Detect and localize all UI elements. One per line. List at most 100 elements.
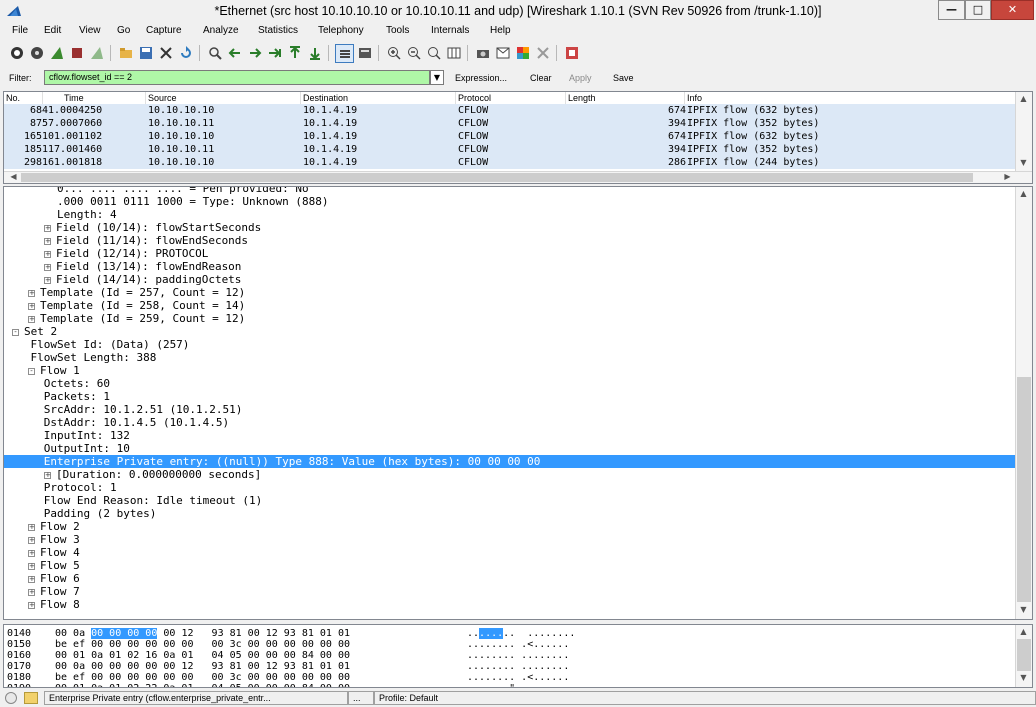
- detail-line[interactable]: + Flow 8: [4, 598, 1032, 611]
- scroll-up-icon[interactable]: ▲: [1016, 94, 1031, 103]
- detail-line[interactable]: + Template (Id = 258, Count = 14): [4, 299, 1032, 312]
- detail-line[interactable]: + Flow 6: [4, 572, 1032, 585]
- detail-line[interactable]: + Field (14/14): paddingOctets: [4, 273, 1032, 286]
- expand-icon[interactable]: +: [28, 562, 35, 570]
- capture-filters-icon[interactable]: [474, 44, 491, 61]
- minimize-button[interactable]: —: [938, 0, 965, 20]
- detail-line[interactable]: Length: 4: [4, 208, 1016, 221]
- hex-row[interactable]: 0140 00 0a 00 00 00 00 00 12 93 81 00 12 …: [4, 628, 1014, 639]
- apply-button[interactable]: Apply: [569, 73, 592, 83]
- expression-button[interactable]: Expression...: [455, 73, 507, 83]
- packet-row[interactable]: 165 101.001102 10.10.10.10 10.1.4.19 CFLOW 67…: [4, 130, 1016, 143]
- expand-icon[interactable]: +: [44, 224, 51, 232]
- display-filters-icon[interactable]: [494, 44, 511, 61]
- detail-line[interactable]: + Field (10/14): flowStartSeconds: [4, 221, 1032, 234]
- detail-line[interactable]: + Template (Id = 257, Count = 12): [4, 286, 1032, 299]
- stop-capture-icon[interactable]: [68, 44, 85, 61]
- hex-row[interactable]: 0190 00 01 0a 01 02 22 0a 01 04 05 00 00 …: [4, 683, 1014, 687]
- detail-line[interactable]: DstAddr: 10.1.4.5 (10.1.4.5): [4, 416, 1016, 429]
- detail-line[interactable]: InputInt: 132: [4, 429, 1016, 442]
- detail-line[interactable]: FlowSet Id: (Data) (257): [4, 338, 1016, 351]
- expand-icon[interactable]: +: [44, 471, 51, 479]
- detail-line[interactable]: Padding (2 bytes): [4, 507, 1016, 520]
- column-info[interactable]: Info: [687, 93, 702, 103]
- detail-line[interactable]: + Field (12/14): PROTOCOL: [4, 247, 1032, 260]
- detail-line[interactable]: FlowSet Length: 388: [4, 351, 1016, 364]
- normal-size-icon[interactable]: [425, 44, 442, 61]
- clear-button[interactable]: Clear: [530, 73, 552, 83]
- scroll-right-icon[interactable]: ▶: [1000, 172, 1015, 181]
- hex-vscroll[interactable]: ▲ ▼: [1015, 625, 1032, 687]
- zoom-out-icon[interactable]: [405, 44, 422, 61]
- detail-line[interactable]: + Field (13/14): flowEndReason: [4, 260, 1032, 273]
- menu-analyze[interactable]: Analyze: [203, 25, 239, 36]
- detail-line[interactable]: Octets: 60: [4, 377, 1016, 390]
- detail-line[interactable]: + [Duration: 0.000000000 seconds]: [4, 468, 1032, 481]
- detail-line[interactable]: Flow End Reason: Idle timeout (1): [4, 494, 1016, 507]
- expand-icon[interactable]: +: [28, 315, 35, 323]
- expand-icon[interactable]: +: [28, 536, 35, 544]
- scroll-down-icon[interactable]: ▼: [1016, 605, 1031, 614]
- column-time[interactable]: Time: [64, 93, 84, 103]
- go-back-icon[interactable]: [226, 44, 243, 61]
- detail-line[interactable]: OutputInt: 10: [4, 442, 1016, 455]
- menu-help[interactable]: Help: [490, 25, 511, 36]
- maximize-button[interactable]: □: [965, 0, 991, 20]
- column-length[interactable]: Length: [568, 93, 596, 103]
- detail-line[interactable]: 0... .... .... .... = Pen provided: No: [4, 187, 1016, 195]
- detail-line[interactable]: - Flow 1: [4, 364, 1032, 377]
- filter-input[interactable]: cflow.flowset_id == 2: [44, 70, 430, 85]
- collapse-icon[interactable]: -: [28, 367, 35, 375]
- detail-line[interactable]: + Flow 5: [4, 559, 1032, 572]
- menu-telephony[interactable]: Telephony: [318, 25, 364, 36]
- packet-row[interactable]: 68 41.0004250 10.10.10.10 10.1.4.19 CFLOW 674…: [4, 104, 1016, 117]
- expand-icon[interactable]: +: [28, 601, 35, 609]
- go-to-packet-icon[interactable]: [266, 44, 283, 61]
- colorize-icon[interactable]: [335, 44, 354, 63]
- scroll-left-icon[interactable]: ◀: [6, 172, 21, 181]
- menu-view[interactable]: View: [79, 25, 101, 36]
- detail-line[interactable]: + Flow 3: [4, 533, 1032, 546]
- go-forward-icon[interactable]: [246, 44, 263, 61]
- go-last-icon[interactable]: [306, 44, 323, 61]
- expand-icon[interactable]: +: [28, 302, 35, 310]
- column-destination[interactable]: Destination: [303, 93, 348, 103]
- close-file-icon[interactable]: [157, 44, 174, 61]
- menu-file[interactable]: File: [12, 25, 28, 36]
- packet-list-hscroll[interactable]: ◀ ▶: [4, 171, 1032, 183]
- scroll-down-icon[interactable]: ▼: [1016, 158, 1031, 167]
- scroll-down-icon[interactable]: ▼: [1016, 673, 1031, 682]
- expand-icon[interactable]: +: [44, 237, 51, 245]
- hex-row[interactable]: 0160 00 01 0a 01 02 16 0a 01 04 05 00 00 …: [4, 650, 1014, 661]
- expand-icon[interactable]: +: [28, 549, 35, 557]
- expand-icon[interactable]: +: [44, 250, 51, 258]
- menu-edit[interactable]: Edit: [44, 25, 61, 36]
- expand-icon[interactable]: +: [44, 263, 51, 271]
- column-source[interactable]: Source: [148, 93, 177, 103]
- coloring-rules-icon[interactable]: [514, 44, 531, 61]
- collapse-icon[interactable]: -: [12, 328, 19, 336]
- hex-row[interactable]: 0180 be ef 00 00 00 00 00 00 00 3c 00 00 …: [4, 672, 1014, 683]
- detail-line[interactable]: .000 0011 0111 1000 = Type: Unknown (888…: [4, 195, 1016, 208]
- packet-list-vscroll[interactable]: ▲ ▼: [1015, 92, 1032, 171]
- detail-line[interactable]: + Template (Id = 259, Count = 12): [4, 312, 1032, 325]
- details-scroll-thumb[interactable]: [1017, 377, 1031, 602]
- menu-statistics[interactable]: Statistics: [258, 25, 298, 36]
- close-button[interactable]: ✕: [991, 0, 1034, 20]
- detail-line[interactable]: Packets: 1: [4, 390, 1016, 403]
- menu-internals[interactable]: Internals: [431, 25, 469, 36]
- interface-list-icon[interactable]: [8, 44, 25, 61]
- find-packet-icon[interactable]: [206, 44, 223, 61]
- hex-row[interactable]: 0170 00 0a 00 00 00 00 00 12 93 81 00 12 …: [4, 661, 1014, 672]
- expand-icon[interactable]: +: [28, 523, 35, 531]
- expand-icon[interactable]: +: [28, 588, 35, 596]
- detail-line[interactable]: - Set 2: [4, 325, 1024, 338]
- packet-row[interactable]: 185 117.001460 10.10.10.11 10.1.4.19 CFLOW 39…: [4, 143, 1016, 156]
- hex-row[interactable]: 0150 be ef 00 00 00 00 00 00 00 3c 00 00 …: [4, 639, 1014, 650]
- save-button[interactable]: Save: [613, 73, 634, 83]
- reload-icon[interactable]: [177, 44, 194, 61]
- resize-columns-icon[interactable]: [445, 44, 462, 61]
- detail-line[interactable]: SrcAddr: 10.1.2.51 (10.1.2.51): [4, 403, 1016, 416]
- hscroll-thumb[interactable]: [21, 173, 973, 182]
- detail-line[interactable]: + Flow 2: [4, 520, 1032, 533]
